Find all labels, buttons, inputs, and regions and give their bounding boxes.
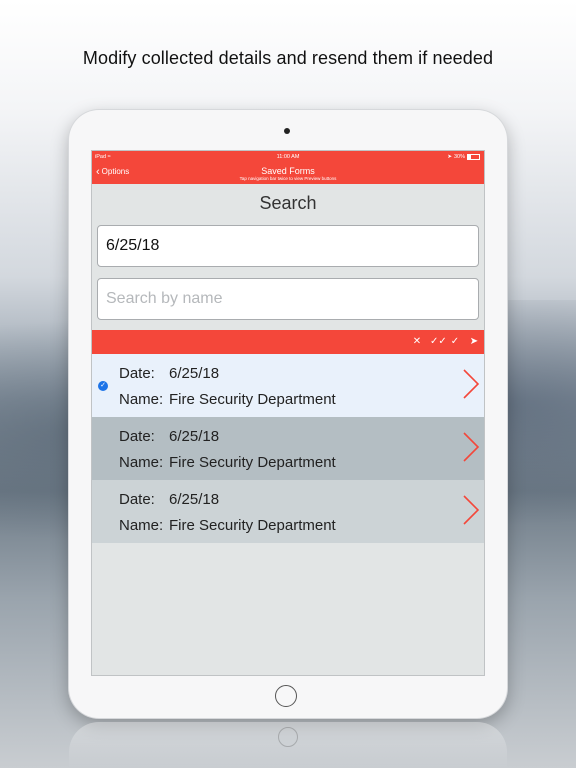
home-button-reflection	[278, 727, 298, 747]
form-row[interactable]: ✓ Date: 6/25/18 Name: Fire Security Depart…	[92, 354, 484, 417]
send-icon[interactable]: ➤	[468, 335, 480, 349]
date-label: Date:	[119, 365, 155, 382]
navigation-bar[interactable]: ‹ Options Saved Forms Tap navigation bar…	[92, 163, 484, 184]
check-user-icon[interactable]: ✓	[449, 335, 461, 349]
form-row[interactable]: Date: 6/25/18 Name: Fire Security Departme…	[92, 417, 484, 480]
chevron-right-icon[interactable]	[461, 494, 481, 526]
status-time: 11:00 AM	[276, 154, 300, 160]
form-name: Name: Fire Security Department	[119, 517, 336, 534]
nav-title: Saved Forms	[261, 166, 315, 176]
status-bar: iPad ≈ 11:00 AM ➤ 30%	[92, 151, 484, 163]
headline: Modify collected details and resend them…	[82, 48, 494, 68]
ipad-frame: iPad ≈ 11:00 AM ➤ 30% ‹ Options Saved Fo…	[69, 110, 507, 718]
saved-forms-list: ✓ Date: 6/25/18 Name: Fire Security Depart…	[92, 354, 484, 543]
date-value: 6/25/18	[169, 428, 220, 445]
name-label: Name:	[119, 391, 164, 408]
camera-dot	[284, 128, 290, 134]
form-row[interactable]: Date: 6/25/18 Name: Fire Security Departme…	[92, 480, 484, 543]
form-date: Date: 6/25/18	[119, 428, 219, 445]
chevron-right-icon[interactable]	[461, 431, 481, 463]
date-label: Date:	[119, 491, 155, 508]
nav-subtitle: Tap navigation bar twice to view Preview…	[239, 176, 337, 181]
chevron-right-icon[interactable]	[461, 368, 481, 400]
battery-icon	[467, 154, 480, 160]
name-label: Name:	[119, 454, 164, 471]
action-toolbar: ✕ ✓✓ ✓ ➤	[92, 330, 484, 354]
form-name: Name: Fire Security Department	[119, 454, 336, 471]
name-value: Fire Security Department	[169, 454, 336, 471]
close-icon[interactable]: ✕	[411, 335, 423, 349]
name-value: Fire Security Department	[169, 391, 336, 408]
search-heading: Search	[259, 193, 317, 213]
date-value: 6/25/18	[169, 365, 220, 382]
home-button[interactable]	[275, 685, 297, 707]
form-date: Date: 6/25/18	[119, 365, 219, 382]
app-screen: iPad ≈ 11:00 AM ➤ 30% ‹ Options Saved Fo…	[91, 150, 485, 676]
date-search-input[interactable]	[97, 225, 479, 267]
form-date: Date: 6/25/18	[119, 491, 219, 508]
battery-percent: 30%	[453, 154, 465, 160]
name-value: Fire Security Department	[169, 517, 336, 534]
selected-check-icon[interactable]: ✓	[98, 381, 108, 391]
status-battery: ➤ 30%	[447, 154, 480, 160]
double-check-icon[interactable]: ✓✓	[430, 335, 447, 349]
location-icon: ➤	[447, 154, 452, 160]
date-label: Date:	[119, 428, 155, 445]
name-search-input[interactable]	[97, 278, 479, 320]
form-name: Name: Fire Security Department	[119, 391, 336, 408]
date-value: 6/25/18	[169, 491, 220, 508]
name-label: Name:	[119, 517, 164, 534]
